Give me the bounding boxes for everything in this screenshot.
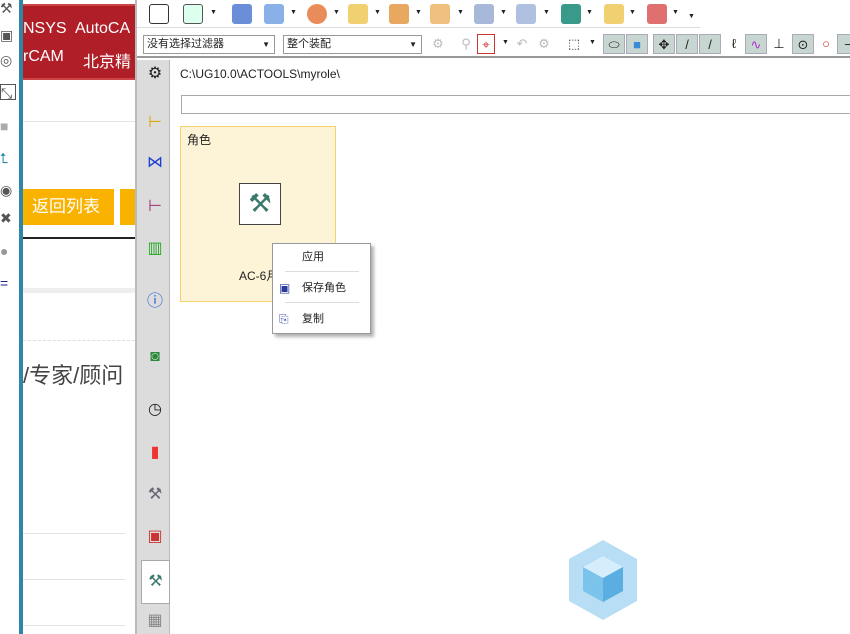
body-select-icon[interactable]: ■: [626, 34, 648, 54]
roles-path: C:\UG10.0\ACTOOLS\myrole\: [180, 67, 340, 81]
constraint-navigator-icon[interactable]: ⋈: [144, 152, 166, 174]
edge-blend-icon[interactable]: [430, 4, 450, 24]
chevron-down-icon: ▼: [409, 40, 417, 49]
trim-body-icon[interactable]: [516, 4, 536, 24]
menu-item-copy[interactable]: ⎘ 复制: [273, 308, 370, 330]
show-icon[interactable]: ◉: [0, 182, 16, 198]
selection-filter-value: 没有选择过滤器: [147, 38, 224, 50]
selection-scope-value: 整个装配: [287, 38, 331, 50]
web-page: NSYS AutoCA rCAM 北京精 返回列表 /专家/顾问: [23, 0, 135, 634]
mid-point-icon[interactable]: /: [699, 34, 721, 54]
desktop-app-toolbar: ⚒ ▣ ◎ ⤡ ■ ⮤ ◉ ✖ ● =: [0, 0, 19, 634]
equals-icon[interactable]: =: [0, 275, 16, 291]
watermark-logo: [569, 540, 637, 620]
divider: [23, 579, 125, 580]
save-icon: ▣: [279, 281, 291, 295]
menu-separator: [285, 271, 359, 272]
chevron-down-icon: ▼: [262, 40, 270, 49]
block-icon[interactable]: [348, 4, 368, 24]
nav-link[interactable]: 北京精: [83, 48, 131, 72]
pattern-icon[interactable]: [389, 4, 409, 24]
system-materials-icon[interactable]: ▣: [144, 526, 166, 548]
sketch-icon[interactable]: [149, 4, 169, 24]
body-text: /专家/顾问: [23, 363, 124, 388]
assembly-filter-icon[interactable]: ⚙: [427, 34, 449, 54]
path-input[interactable]: [181, 95, 850, 114]
divider: [23, 533, 125, 534]
nav-link[interactable]: rCAM: [23, 48, 64, 66]
divider: [23, 121, 135, 122]
menu-separator: [285, 302, 359, 303]
eye-hide-icon[interactable]: ◎: [0, 52, 16, 68]
resource-bar: ⚙ ⊢ ⋈ ⊢ ▥ ⓘ ◙ ◷ ▮ ⚒ ▣ ⚒ ▦: [137, 60, 170, 634]
control-point-icon[interactable]: ∿: [745, 34, 767, 54]
visualization-icon[interactable]: ▮: [144, 442, 166, 464]
toolbar-row-2: 没有选择过滤器 ▼ 整个装配 ▼ ⚙ ⚲ ⌖ ▼ ↶ ⚙ ⬚ ▼ ⬭ ■ ✥ / / ℓ…: [137, 30, 850, 58]
delete-body-icon[interactable]: ✖: [0, 210, 16, 226]
type-filter-icon[interactable]: ⚲: [455, 34, 477, 54]
quadrant-point-icon[interactable]: ○: [815, 34, 837, 54]
hd3d-tools-icon[interactable]: ⓘ: [144, 291, 166, 313]
wrench-icon[interactable]: ⚒: [0, 0, 16, 16]
end-point-icon[interactable]: /: [676, 34, 698, 54]
move-icon[interactable]: ⮤: [0, 150, 16, 166]
back-to-list-button[interactable]: 返回列表: [23, 189, 114, 225]
settings-icon[interactable]: ⚙: [144, 63, 166, 85]
surface-icon[interactable]: [647, 4, 667, 24]
arc-center-icon[interactable]: ⊙: [792, 34, 814, 54]
divider: [23, 288, 135, 293]
revolve-icon[interactable]: [264, 4, 284, 24]
snap-filter-icon[interactable]: ⌖: [477, 34, 495, 54]
roles-icon: ⚒: [148, 573, 163, 590]
web-browser-icon[interactable]: ◙: [144, 346, 166, 368]
point-on-curve-icon[interactable]: −: [837, 34, 850, 54]
selection-filter-select[interactable]: 没有选择过滤器 ▼: [143, 35, 275, 54]
cube-icon[interactable]: ■: [0, 118, 16, 134]
toolbar-row-1: ▼ ▼ ▼ ▼ ▼ ▼ ▼ ▼ ▼ ▼ ▼ ▼: [137, 0, 700, 28]
menu-item-save-role[interactable]: ▣ 保存角色: [273, 277, 370, 299]
snap-point-icon[interactable]: ✥: [653, 34, 675, 54]
roles-tab[interactable]: ⚒: [141, 560, 170, 604]
solid-icon[interactable]: ●: [0, 243, 16, 259]
datum-plane-icon[interactable]: [183, 4, 203, 24]
rectangle-select-icon[interactable]: ⬚: [563, 34, 585, 54]
assembly-navigator-icon[interactable]: ⊢: [144, 112, 166, 134]
reuse-library-icon[interactable]: ▥: [144, 238, 166, 260]
face-select-icon[interactable]: ⬭: [603, 34, 625, 54]
menu-item-apply[interactable]: 应用: [273, 246, 370, 268]
unite-icon[interactable]: [561, 4, 581, 24]
copy-icon: ⎘: [279, 312, 289, 326]
offset-face-icon[interactable]: [604, 4, 624, 24]
orange-button[interactable]: [120, 189, 135, 225]
selection-scope-select[interactable]: 整个装配 ▼: [283, 35, 422, 54]
fit-view-icon[interactable]: ⤡: [0, 84, 16, 101]
context-menu: 应用 ▣ 保存角色 ⎘ 复制: [272, 243, 371, 334]
intersection-icon[interactable]: ⊥: [768, 34, 790, 54]
menu-item-label: 复制: [302, 313, 324, 325]
hole-icon[interactable]: [307, 4, 327, 24]
divider: [23, 340, 135, 341]
divider: [23, 625, 125, 626]
extrude-icon[interactable]: [232, 4, 252, 24]
divider: [23, 237, 135, 239]
select-all-icon[interactable]: ⚙: [533, 34, 555, 54]
menu-item-label: 应用: [302, 251, 324, 263]
process-studio-icon[interactable]: ⚒: [144, 484, 166, 506]
nav-link[interactable]: NSYS: [23, 20, 67, 38]
part-navigator-icon[interactable]: ⊢: [144, 196, 166, 218]
menu-item-label: 保存角色: [302, 282, 346, 294]
curve-icon[interactable]: ℓ: [723, 34, 745, 54]
tile-category-title: 角色: [187, 133, 212, 147]
nav-banner: NSYS AutoCA rCAM 北京精: [23, 4, 135, 80]
history-icon[interactable]: ◷: [144, 399, 166, 421]
machine-icon[interactable]: ▣: [0, 27, 16, 43]
nav-link[interactable]: AutoCA: [75, 20, 130, 38]
role-tools-icon[interactable]: ⚒: [239, 183, 281, 225]
draft-icon[interactable]: [474, 4, 494, 24]
spreadsheet-icon[interactable]: ▦: [144, 610, 166, 632]
undo-selection-icon[interactable]: ↶: [511, 34, 533, 54]
